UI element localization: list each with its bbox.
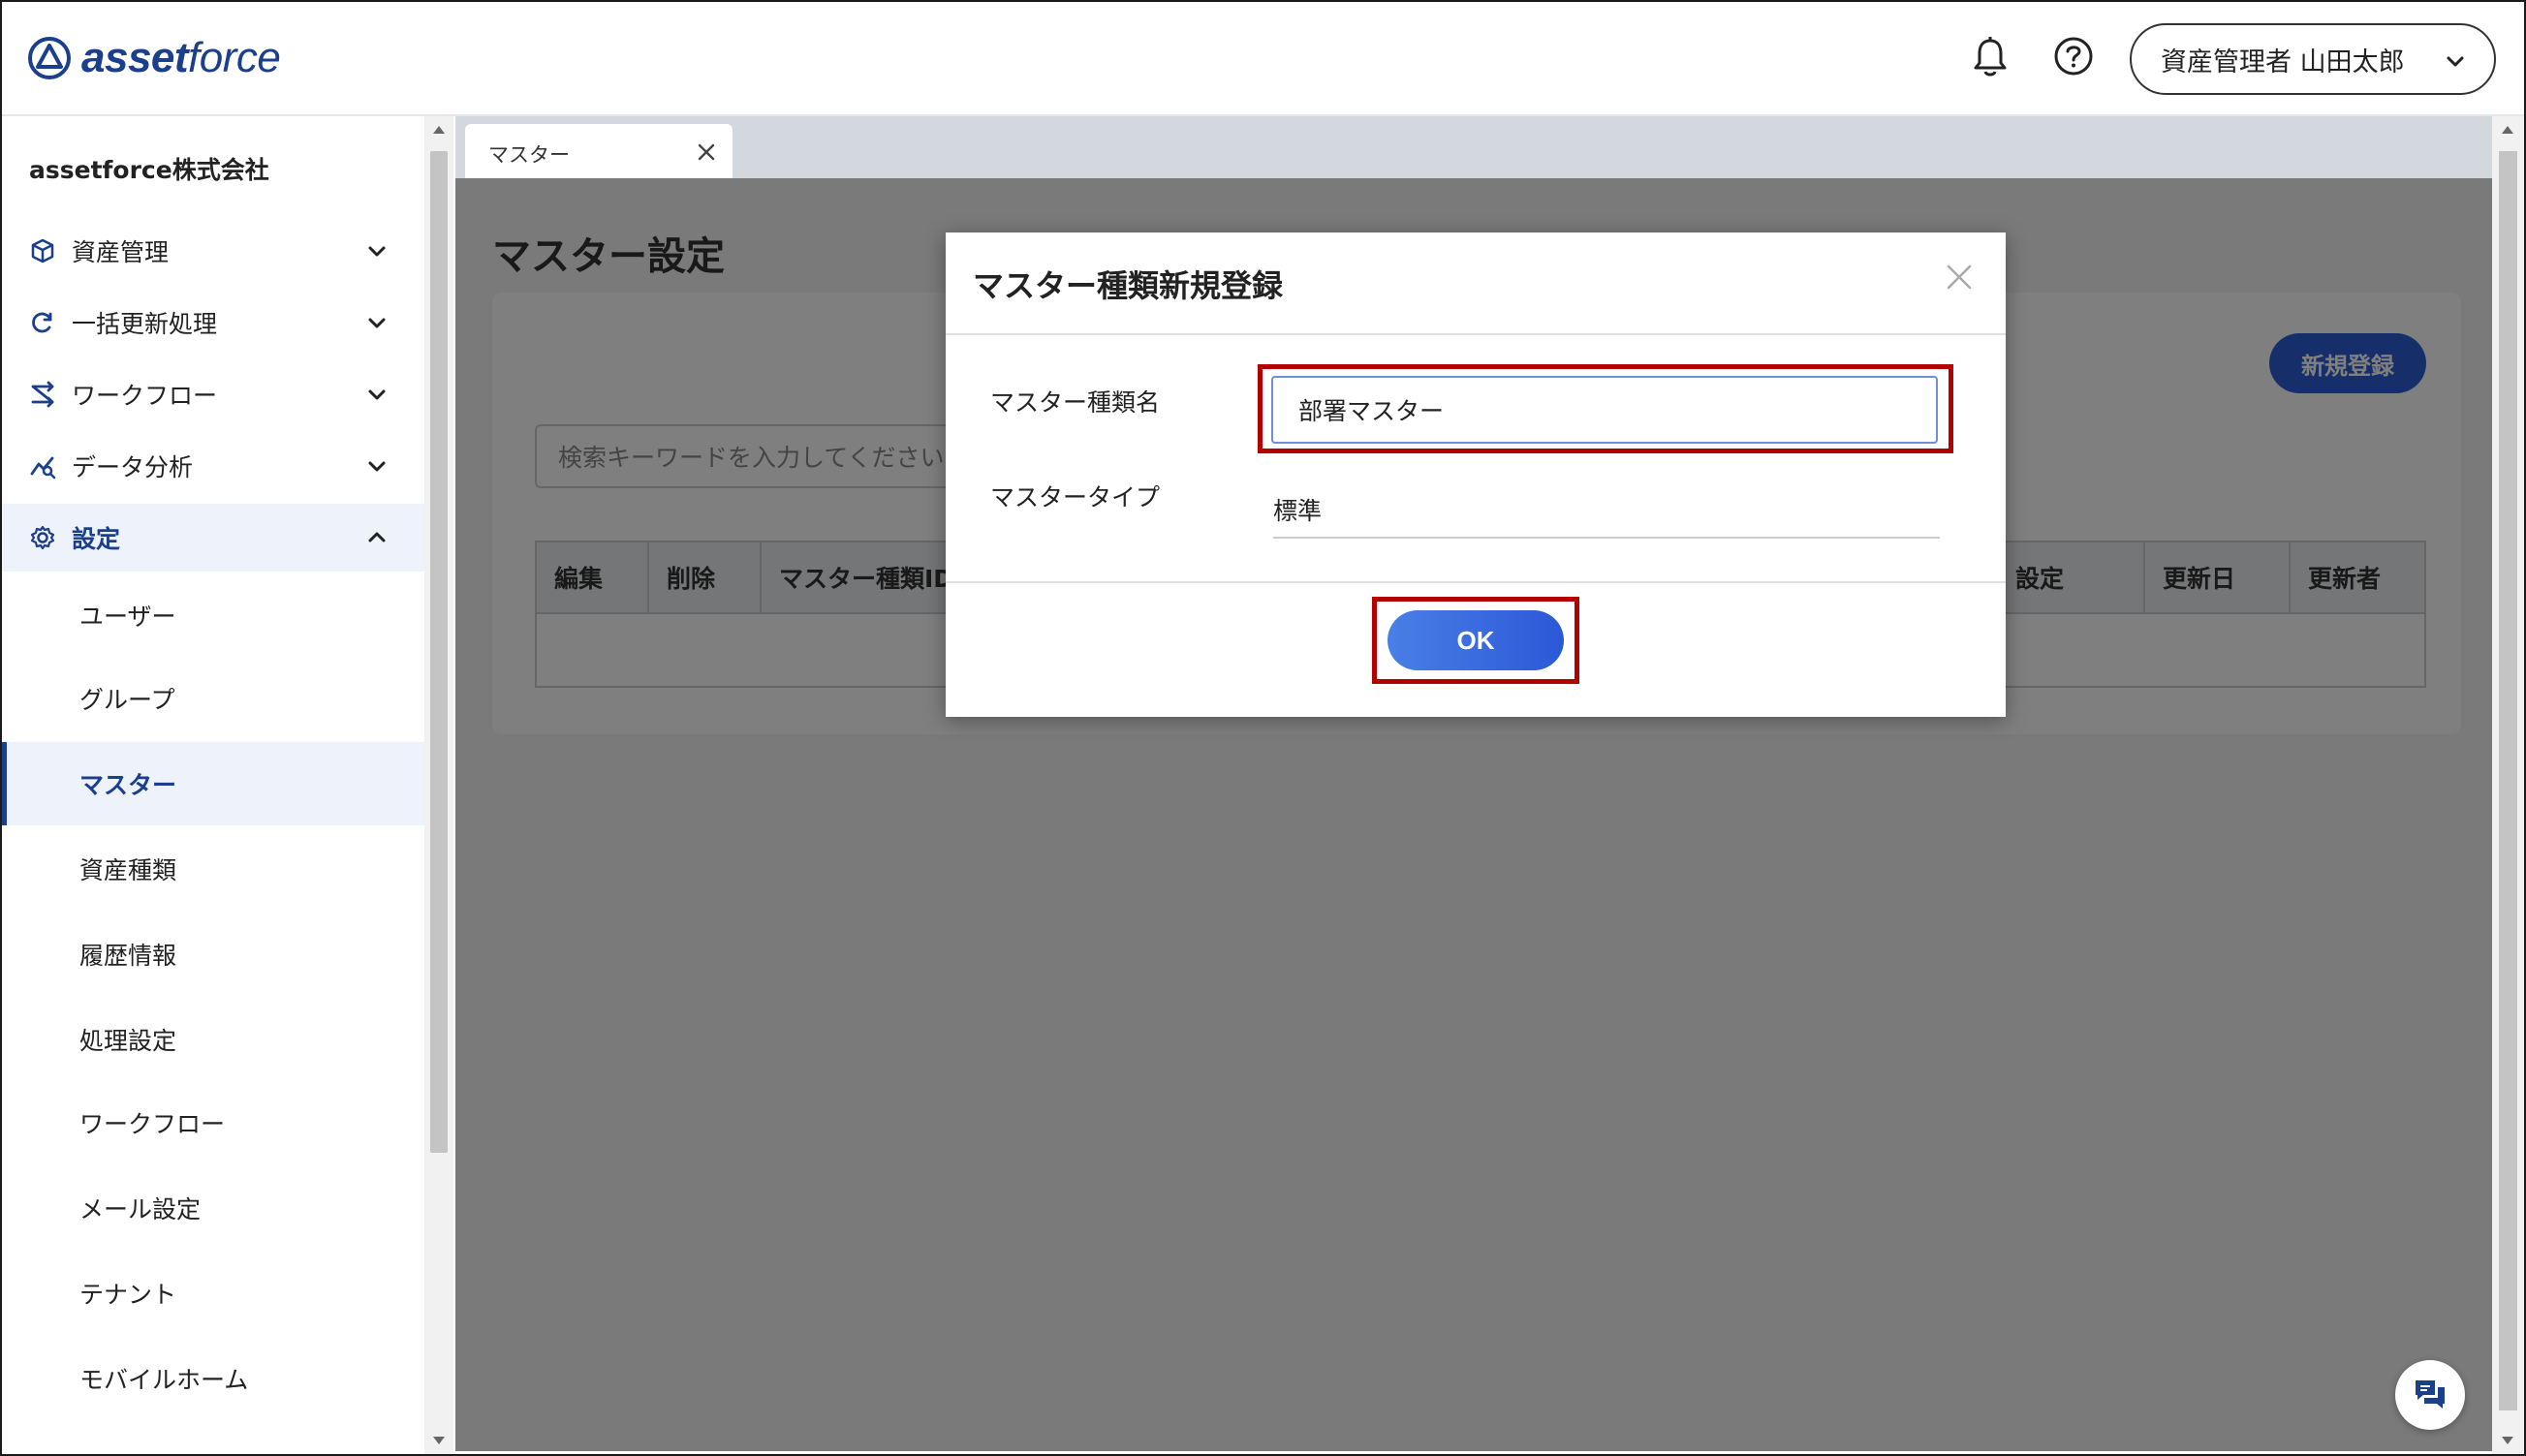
chevron-down-icon <box>368 246 386 257</box>
sidebar-item-history[interactable]: 履歴情報 <box>2 913 424 996</box>
dialog-divider <box>946 581 2006 583</box>
scroll-up-arrow[interactable] <box>433 126 445 134</box>
sidebar-group-label: ワークフロー <box>72 382 218 410</box>
sidebar-group-label: 設定 <box>72 525 121 553</box>
register-master-type-dialog: マスター種類新規登録 マスター種類名 マスタータイプ 標準 OK <box>946 232 2006 717</box>
company-name: assetforce株式会社 <box>29 156 269 184</box>
sidebar-item-group[interactable]: グループ <box>2 657 424 740</box>
scroll-up-arrow[interactable] <box>2502 126 2513 134</box>
sidebar-group-asset-management[interactable]: 資産管理 <box>2 217 424 285</box>
sidebar-group-label: 資産管理 <box>72 238 170 266</box>
scroll-down-arrow[interactable] <box>433 1437 445 1444</box>
sidebar-group-data-analysis[interactable]: データ分析 <box>2 432 424 500</box>
sidebar-scrollbar[interactable] <box>424 116 453 1454</box>
sidebar-item-tenant[interactable]: テナント <box>2 1252 424 1335</box>
chevron-down-icon <box>2447 56 2464 67</box>
workflow-icon <box>31 381 54 408</box>
field-underline <box>1273 537 1940 539</box>
sidebar-group-settings[interactable]: 設定 <box>2 504 424 572</box>
highlight-box <box>1372 597 1579 684</box>
logo-icon <box>28 37 71 79</box>
app-window: assetforce 資産管理者 山田太郎 assetforce株式会社 資産管… <box>0 0 2526 1456</box>
sidebar-item-master[interactable]: マスター <box>2 742 424 825</box>
chevron-down-icon <box>368 461 386 472</box>
tab-bar: マスター <box>455 116 2492 178</box>
sidebar-item-workflow[interactable]: ワークフロー <box>2 1081 424 1164</box>
sidebar: assetforce株式会社 資産管理 一括更新処理 ワークフロー データ分析 … <box>2 116 424 1454</box>
tab-master[interactable]: マスター <box>465 124 733 178</box>
sidebar-item-user[interactable]: ユーザー <box>2 573 424 657</box>
sidebar-group-bulk-update[interactable]: 一括更新処理 <box>2 289 424 356</box>
chevron-down-icon <box>368 318 386 328</box>
chat-icon <box>2416 1380 2445 1409</box>
sidebar-item-asset-type[interactable]: 資産種類 <box>2 827 424 911</box>
sidebar-item-process-settings[interactable]: 処理設定 <box>2 998 424 1081</box>
sidebar-item-mobile-home[interactable]: モバイルホーム <box>2 1337 424 1420</box>
cube-icon <box>31 238 54 263</box>
user-name: 資産管理者 山田太郎 <box>2161 46 2405 77</box>
main-scrollbar[interactable] <box>2492 116 2524 1454</box>
sidebar-group-workflow[interactable]: ワークフロー <box>2 360 424 428</box>
master-type-value: 標準 <box>1273 497 1323 525</box>
sidebar-group-label: 一括更新処理 <box>72 310 218 338</box>
logo[interactable]: assetforce <box>27 31 281 85</box>
dialog-divider <box>946 333 2006 335</box>
highlight-box <box>1258 364 1953 453</box>
sidebar-item-mail-settings[interactable]: メール設定 <box>2 1166 424 1250</box>
user-menu[interactable]: 資産管理者 山田太郎 <box>2130 23 2496 95</box>
help-icon[interactable] <box>2052 35 2095 77</box>
top-header: assetforce 資産管理者 山田太郎 <box>2 2 2524 116</box>
refresh-icon <box>32 312 52 333</box>
master-type-label: マスタータイプ <box>990 483 1161 511</box>
tab-label: マスター <box>488 143 570 167</box>
sidebar-group-label: データ分析 <box>72 453 194 481</box>
chat-button[interactable] <box>2395 1360 2465 1430</box>
close-icon[interactable] <box>696 141 717 163</box>
dialog-title: マスター種類新規登録 <box>973 267 1284 304</box>
scroll-down-arrow[interactable] <box>2502 1437 2513 1444</box>
master-type-name-label: マスター種類名 <box>990 388 1161 417</box>
logo-text: assetforce <box>81 34 281 81</box>
gear-icon <box>30 525 55 550</box>
chevron-down-icon <box>368 389 386 400</box>
scrollbar-thumb[interactable] <box>2499 151 2517 1410</box>
bell-icon[interactable] <box>1969 35 2011 79</box>
analytics-icon <box>30 456 56 480</box>
scrollbar-thumb[interactable] <box>430 151 448 1153</box>
chevron-up-icon <box>368 532 386 542</box>
close-icon[interactable] <box>1944 262 1975 293</box>
